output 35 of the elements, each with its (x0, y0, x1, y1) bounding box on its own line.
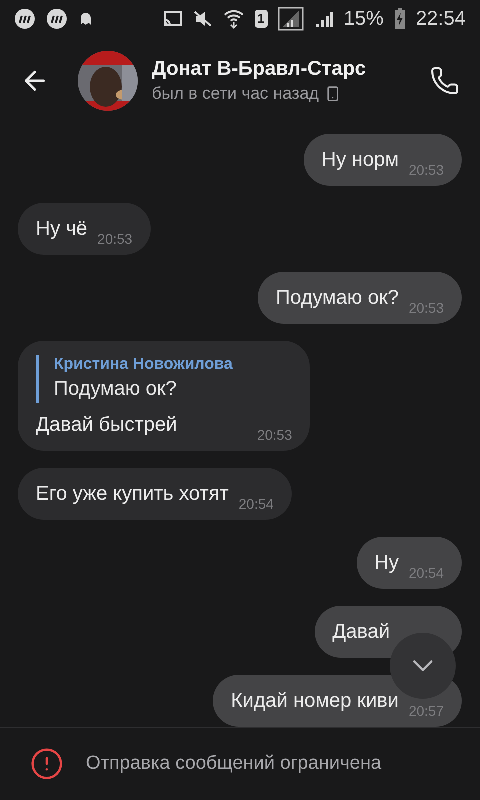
message-text: Давай быстрей (36, 413, 178, 438)
battery-icon (394, 8, 406, 30)
chat-title: Донат В-Бравл-Старс (152, 57, 368, 82)
wifi-icon (222, 8, 245, 28)
sim-badge: 1 (254, 10, 268, 28)
quote-text: Подумаю ок? (54, 377, 178, 402)
message-text: Ну (374, 551, 399, 576)
message-text: Его уже купить хотят (36, 482, 229, 507)
message-time: 20:53 (98, 231, 133, 247)
last-seen-status: был в сети час назад (152, 83, 320, 105)
cast-icon (162, 10, 183, 28)
message-text: Кидай номер киви (231, 689, 399, 714)
message-time: 20:54 (408, 565, 444, 581)
battery-percent: 15% (344, 6, 384, 32)
phone-device-icon (325, 86, 342, 102)
mute-icon (192, 10, 213, 28)
message-time: 20:53 (408, 300, 444, 316)
message-time: 20:54 (238, 496, 274, 512)
phone-icon (430, 66, 460, 96)
app-icon (46, 8, 68, 30)
app-icon (14, 8, 36, 30)
quote-author: Кристина Новожилова (54, 355, 234, 375)
message-time: 20:53 (408, 162, 444, 178)
signal-icon (278, 6, 304, 30)
clock: 22:54 (416, 6, 466, 32)
call-button[interactable] (430, 66, 460, 96)
message-time: 20:57 (408, 703, 444, 719)
message-text: Подумаю ок? (276, 286, 399, 311)
message-text: Ну норм (322, 148, 399, 173)
message-time: 20:53 (257, 427, 292, 443)
restriction-notice: Отправка сообщений ограничена (86, 752, 382, 776)
alert-icon (30, 747, 64, 781)
message-text: Давай (332, 620, 390, 645)
ghost-icon (78, 10, 94, 26)
message-text: Ну чё (36, 217, 88, 242)
